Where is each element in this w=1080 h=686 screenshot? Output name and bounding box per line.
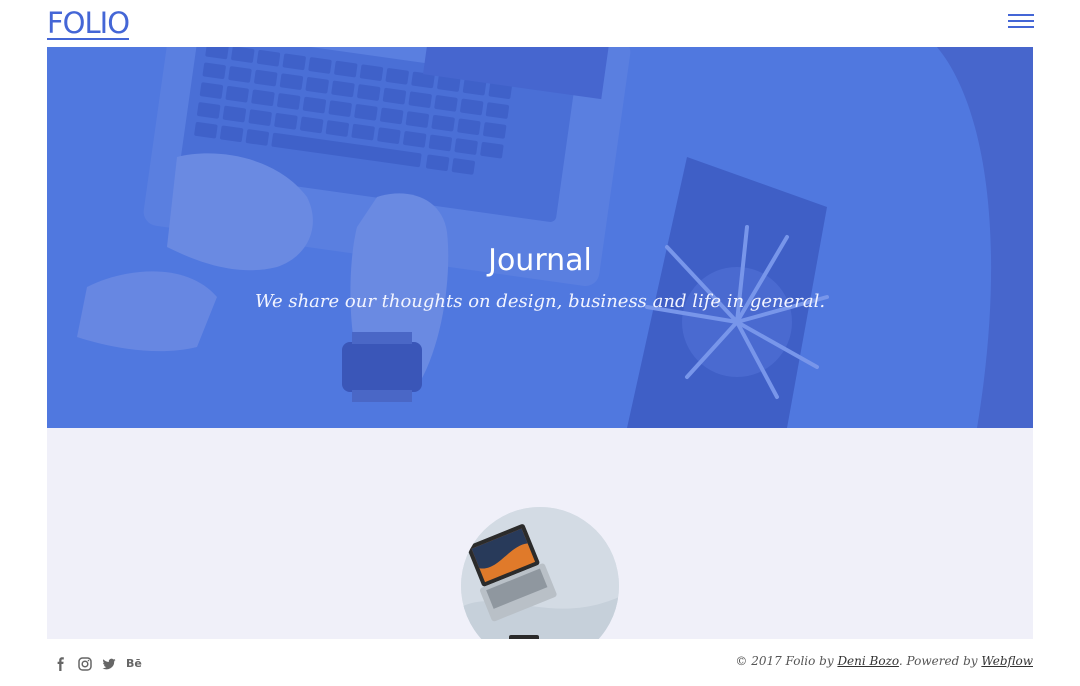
webflow-link[interactable]: Webflow	[981, 654, 1033, 668]
page-subtitle: We share our thoughts on design, busines…	[254, 291, 826, 312]
hamburger-icon[interactable]	[1008, 14, 1034, 32]
instagram-icon[interactable]	[78, 657, 92, 671]
footer-credits: © 2017 Folio by Deni Bozo. Powered by We…	[735, 654, 1033, 668]
journal-content	[47, 428, 1033, 639]
twitter-icon[interactable]	[102, 657, 116, 671]
hero-section: Journal We share our thoughts on design,…	[47, 47, 1033, 428]
copyright-text: © 2017 Folio by	[735, 654, 838, 668]
post-thumbnail[interactable]	[461, 507, 619, 639]
facebook-icon[interactable]	[54, 657, 68, 671]
page-title: Journal	[488, 243, 592, 278]
logo[interactable]: FOLIO	[47, 8, 130, 40]
powered-by-text: . Powered by	[898, 654, 982, 668]
social-links: Bē	[54, 656, 144, 672]
hero-background-image	[77, 47, 1033, 428]
behance-icon[interactable]: Bē	[126, 657, 144, 671]
author-link[interactable]: Deni Bozo	[837, 654, 898, 668]
